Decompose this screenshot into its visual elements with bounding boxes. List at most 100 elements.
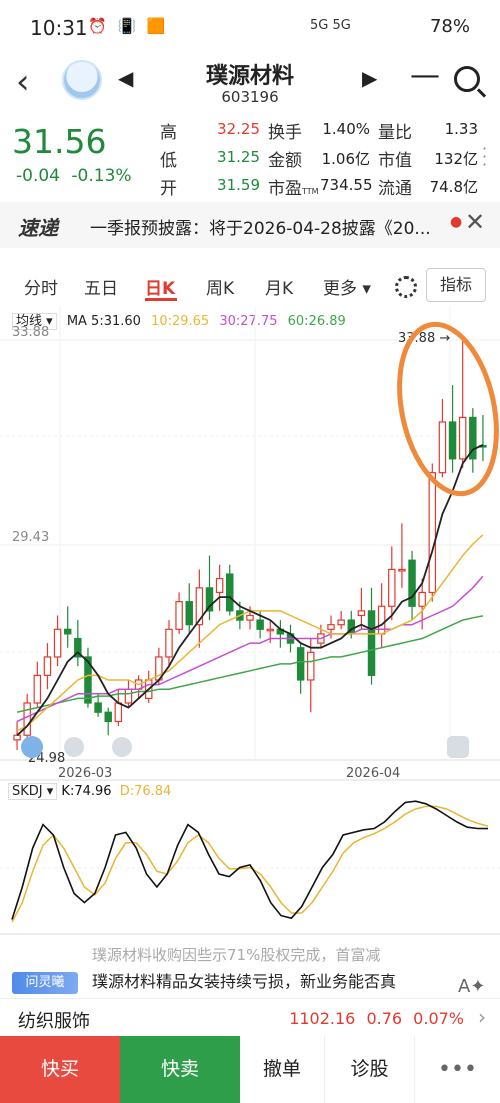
candle-body [104, 711, 112, 723]
low-label: 低 [160, 151, 177, 171]
battery-level: 78% [429, 16, 470, 37]
candle-body [226, 573, 234, 612]
news-ticker[interactable]: 速递 一季报预披露：将于2026-04-28披露《20... ● ✕ [0, 202, 500, 248]
sector-bar[interactable]: 纺织服饰 1102.16 0.76 0.07% › [0, 998, 500, 1036]
candle-body [256, 619, 264, 630]
close-icon[interactable]: ✕ [465, 208, 485, 236]
turnover-label: 换手 [268, 123, 302, 143]
open-label: 开 [160, 179, 177, 199]
status-time: 10:31 [30, 16, 88, 40]
ai-news[interactable]: 璞源材料收购因些示71%股权完成，首富减 问灵曦 璞源材料精品女装持续亏损，新业… [0, 940, 500, 1000]
ai-headline[interactable]: 璞源材料精品女装持续亏损，新业务能否真 [92, 968, 396, 992]
candle-body [43, 656, 52, 676]
candle-body [296, 647, 305, 681]
candle-body [327, 624, 335, 630]
diagnose-button[interactable]: 诊股 [325, 1036, 415, 1103]
candle-body [53, 628, 62, 658]
pe-label: 市盈TTM [268, 174, 319, 199]
change-value: -0.04 [16, 166, 60, 186]
more-quote-icon[interactable]: · · · [482, 141, 487, 173]
skdj-k-line [11, 800, 489, 920]
chevron-right-icon[interactable]: › [478, 1005, 486, 1029]
faded-headline: 璞源材料收购因些示71%股权完成，首富减 [92, 946, 381, 964]
chart-labels: 33.8829.4333.88 →24.982026-03 2026-04 [12, 321, 499, 781]
candle-body [357, 610, 366, 617]
amount-value: 1.06亿 [321, 150, 370, 168]
x-label: 2026-04 [346, 766, 400, 781]
change-percent: -0.13% [71, 166, 132, 186]
skdj-select[interactable]: SKDJ ▾ [8, 783, 58, 800]
sector-change: 0.76 [366, 1009, 403, 1028]
kline-assistant-icon [21, 736, 43, 758]
ai-sparkle-icon[interactable]: A✦ [458, 976, 485, 997]
turnover-value: 1.40% [322, 120, 370, 138]
sector-change-pct: 0.07% [413, 1009, 464, 1028]
news-dot-icon: ● [450, 214, 463, 230]
kline-chart[interactable]: 33.8829.4333.88 →24.982026-03 2026-04 [0, 306, 500, 938]
zoom-in-icon [112, 737, 132, 757]
search-icon[interactable] [454, 66, 480, 92]
candle-body [215, 578, 224, 594]
candle-body [23, 702, 31, 736]
vol-ratio-value: 1.33 [444, 120, 478, 138]
candle-body [388, 568, 396, 607]
candle-body [266, 628, 274, 632]
pe-value: 734.55 [320, 176, 373, 194]
candle-body [438, 421, 447, 474]
action-bar: 快买 快卖 撤单 诊股 ••• [0, 1036, 500, 1103]
ai-badge[interactable]: 问灵曦 [12, 972, 78, 994]
minimize-icon[interactable]: — [410, 58, 440, 93]
stock-code: 603196 [221, 88, 279, 106]
candle-body [418, 591, 426, 607]
low-value: 31.25 [217, 148, 260, 166]
next-stock-icon[interactable]: ▶ [362, 66, 377, 90]
candle-body [307, 651, 315, 681]
tab-five-day[interactable]: 五日 [84, 274, 118, 299]
candle-body [33, 674, 42, 704]
tab-monthly-k[interactable]: 月K [265, 274, 293, 299]
tab-weekly-k[interactable]: 周K [206, 274, 234, 299]
more-icon[interactable]: ••• [415, 1036, 500, 1103]
candle-body [114, 702, 123, 723]
y-label-mid: 29.43 [12, 530, 49, 545]
high-value: 32.25 [217, 120, 260, 138]
candle-body [63, 628, 72, 635]
sector-name: 纺织服饰 [18, 1011, 90, 1032]
zoom-out-icon [64, 737, 84, 757]
open-value: 31.59 [217, 176, 260, 194]
gear-icon[interactable] [395, 276, 417, 298]
active-tab-indicator [145, 298, 177, 301]
prev-stock-icon[interactable]: ◀ [118, 66, 133, 90]
candle-body [428, 472, 437, 594]
candle-body [124, 688, 133, 704]
quick-sell-button[interactable]: 快卖 [120, 1036, 240, 1103]
quick-buy-button[interactable]: 快买 [0, 1036, 120, 1103]
indicator-button[interactable]: 指标 [426, 268, 486, 302]
status-bar: 10:31 ⏰ 📳 🟧 5G 5G 78% [0, 0, 500, 58]
fullscreen-icon [447, 736, 469, 758]
float-label: 流通 [378, 179, 412, 199]
price-change: -0.04 -0.13% [16, 166, 132, 186]
float-value: 74.8亿 [429, 178, 478, 196]
cancel-order-button[interactable]: 撤单 [240, 1036, 325, 1103]
vol-ratio-label: 量比 [378, 123, 412, 143]
tab-daily-k[interactable]: 日K [145, 274, 175, 299]
tab-intraday[interactable]: 分时 [24, 274, 58, 299]
avatar[interactable] [62, 60, 102, 100]
network-icon: 5G 5G [310, 18, 351, 33]
pe-label-text: 市盈 [268, 179, 302, 199]
candle-body [448, 421, 457, 460]
tab-more[interactable]: 更多 ▾ [323, 274, 371, 299]
news-text[interactable]: 一季报预披露：将于2026-04-28披露《20... [90, 214, 450, 239]
candle-body [185, 601, 193, 626]
mkt-cap-value: 132亿 [434, 150, 478, 168]
candle-body [367, 610, 376, 676]
candle-body [94, 702, 102, 713]
current-price: 31.56 [12, 122, 107, 161]
candle-body [175, 601, 183, 630]
candle-body [246, 614, 254, 621]
mkt-cap-label: 市值 [378, 151, 412, 171]
skdj-k-value: K:74.96 [61, 784, 112, 799]
high-label: 高 [160, 123, 177, 143]
back-icon[interactable]: ‹ [16, 62, 30, 102]
